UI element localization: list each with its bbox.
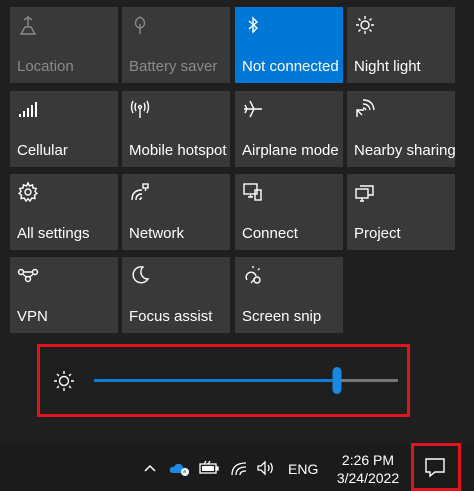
tile-label: All settings <box>17 225 90 242</box>
chevron-up-icon[interactable] <box>142 457 158 479</box>
network-icon <box>129 181 151 203</box>
tile-network[interactable]: Network <box>122 174 230 250</box>
onedrive-icon[interactable] <box>168 457 192 479</box>
tile-mobile-hotspot[interactable]: Mobile hotspot <box>122 91 230 167</box>
mobile-hotspot-icon <box>129 98 151 120</box>
tile-cellular[interactable]: Cellular <box>10 91 118 167</box>
moon-icon <box>129 264 151 286</box>
tile-bluetooth[interactable]: Not connected <box>235 7 343 83</box>
battery-saver-icon <box>129 14 151 36</box>
location-icon <box>17 14 39 36</box>
connect-icon <box>242 181 264 203</box>
night-light-icon <box>354 14 376 36</box>
tile-location[interactable]: Location <box>10 7 118 83</box>
bluetooth-icon <box>242 14 264 36</box>
vpn-icon <box>17 264 39 286</box>
screen-snip-icon <box>242 264 264 286</box>
battery-icon[interactable] <box>198 457 220 479</box>
tile-night-light[interactable]: Night light <box>347 7 455 83</box>
tile-label: Nearby sharing <box>354 142 456 159</box>
brightness-icon <box>52 369 76 393</box>
tile-label: Cellular <box>17 142 68 159</box>
tile-nearby-sharing[interactable]: Nearby sharing <box>347 91 456 167</box>
clock[interactable]: 2:26 PM 3/24/2022 <box>332 451 404 487</box>
tile-label: Connect <box>242 225 298 242</box>
volume-icon[interactable] <box>256 457 276 479</box>
tile-label: Night light <box>354 58 421 75</box>
tile-label: Focus assist <box>129 308 213 325</box>
wifi-icon[interactable] <box>230 457 248 479</box>
tile-label: VPN <box>17 308 48 325</box>
tile-project[interactable]: Project <box>347 174 455 250</box>
tile-connect[interactable]: Connect <box>235 174 343 250</box>
gear-icon <box>17 181 39 203</box>
tile-all-settings[interactable]: All settings <box>10 174 118 250</box>
clock-date: 3/24/2022 <box>336 470 400 486</box>
brightness-slider[interactable] <box>94 367 398 394</box>
tile-label: Battery saver <box>129 58 218 75</box>
brightness-slider-panel <box>37 344 410 417</box>
nearby-sharing-icon <box>354 98 376 120</box>
tile-airplane-mode[interactable]: Airplane mode <box>235 91 343 167</box>
tile-label: Not connected <box>242 58 339 75</box>
tile-focus-assist[interactable]: Focus assist <box>122 257 230 333</box>
tile-label: Airplane mode <box>242 142 339 159</box>
tile-label: Project <box>354 225 401 242</box>
brightness-slider-fill <box>94 379 338 382</box>
tile-label: Screen snip <box>242 308 322 325</box>
input-language-indicator[interactable]: ENG <box>288 461 318 477</box>
tile-label: Location <box>17 58 74 75</box>
tile-vpn[interactable]: VPN <box>10 257 118 333</box>
tile-battery-saver[interactable]: Battery saver <box>122 7 230 83</box>
tile-label: Mobile hotspot <box>129 142 227 159</box>
action-center-icon <box>424 456 446 478</box>
cellular-icon <box>17 98 39 120</box>
brightness-slider-thumb[interactable] <box>332 367 342 394</box>
project-icon <box>354 181 376 203</box>
tile-label: Network <box>129 225 185 242</box>
clock-time: 2:26 PM <box>341 452 395 468</box>
airplane-icon <box>242 98 264 120</box>
taskbar: ENG 2:26 PM 3/24/2022 <box>0 445 474 491</box>
action-center-button[interactable] <box>411 443 461 491</box>
tile-screen-snip[interactable]: Screen snip <box>235 257 343 333</box>
